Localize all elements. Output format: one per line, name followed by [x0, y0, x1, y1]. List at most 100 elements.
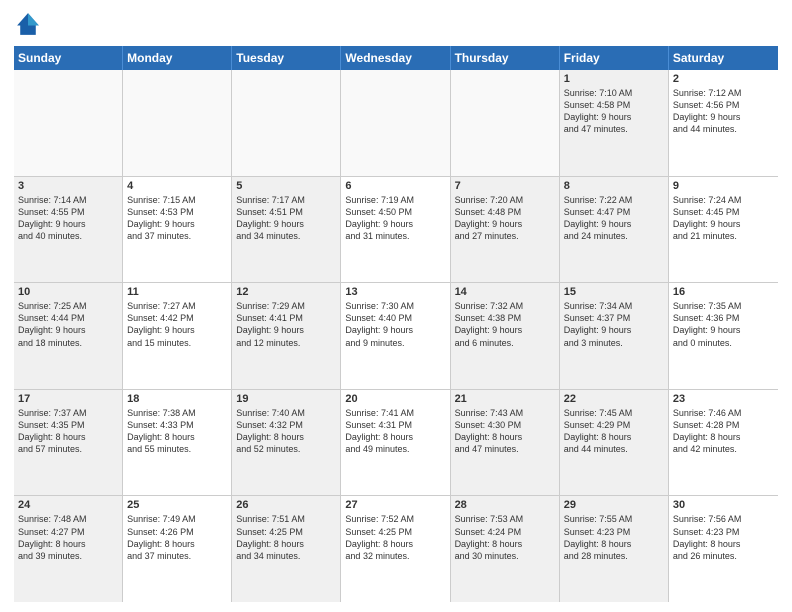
day-number: 11 — [127, 286, 227, 298]
daylight-info: Sunrise: 7:22 AMSunset: 4:47 PMDaylight:… — [564, 194, 664, 243]
calendar-cell-empty-3 — [341, 70, 450, 176]
day-number: 13 — [345, 286, 445, 298]
day-number: 28 — [455, 499, 555, 511]
calendar-cell-12: 12 Sunrise: 7:29 AMSunset: 4:41 PMDayligh… — [232, 283, 341, 389]
calendar-cell-22: 22 Sunrise: 7:45 AMSunset: 4:29 PMDayligh… — [560, 390, 669, 496]
calendar-cell-10: 10 Sunrise: 7:25 AMSunset: 4:44 PMDayligh… — [14, 283, 123, 389]
page-header — [14, 10, 778, 38]
header-cell-sunday: Sunday — [14, 46, 123, 70]
header-cell-saturday: Saturday — [669, 46, 778, 70]
day-number: 29 — [564, 499, 664, 511]
daylight-info: Sunrise: 7:25 AMSunset: 4:44 PMDaylight:… — [18, 300, 118, 349]
day-number: 4 — [127, 180, 227, 192]
calendar-header: SundayMondayTuesdayWednesdayThursdayFrid… — [14, 46, 778, 70]
calendar-cell-19: 19 Sunrise: 7:40 AMSunset: 4:32 PMDayligh… — [232, 390, 341, 496]
daylight-info: Sunrise: 7:35 AMSunset: 4:36 PMDaylight:… — [673, 300, 774, 349]
daylight-info: Sunrise: 7:41 AMSunset: 4:31 PMDaylight:… — [345, 407, 445, 456]
page-container: SundayMondayTuesdayWednesdayThursdayFrid… — [0, 0, 792, 612]
logo-icon — [14, 10, 42, 38]
daylight-info: Sunrise: 7:53 AMSunset: 4:24 PMDaylight:… — [455, 513, 555, 562]
daylight-info: Sunrise: 7:34 AMSunset: 4:37 PMDaylight:… — [564, 300, 664, 349]
daylight-info: Sunrise: 7:14 AMSunset: 4:55 PMDaylight:… — [18, 194, 118, 243]
daylight-info: Sunrise: 7:30 AMSunset: 4:40 PMDaylight:… — [345, 300, 445, 349]
daylight-info: Sunrise: 7:55 AMSunset: 4:23 PMDaylight:… — [564, 513, 664, 562]
header-cell-monday: Monday — [123, 46, 232, 70]
calendar-row-2: 3 Sunrise: 7:14 AMSunset: 4:55 PMDaylight… — [14, 177, 778, 284]
calendar-cell-29: 29 Sunrise: 7:55 AMSunset: 4:23 PMDayligh… — [560, 496, 669, 602]
calendar-cell-30: 30Sunrise: 7:56 AMSunset: 4:23 PMDayligh… — [669, 496, 778, 602]
calendar-cell-1: 1 Sunrise: 7:10 AMSunset: 4:58 PMDaylight… — [560, 70, 669, 176]
daylight-info: Sunrise: 7:49 AMSunset: 4:26 PMDaylight:… — [127, 513, 227, 562]
calendar-cell-7: 7Sunrise: 7:20 AMSunset: 4:48 PMDaylight… — [451, 177, 560, 283]
calendar-cell-5: 5 Sunrise: 7:17 AMSunset: 4:51 PMDaylight… — [232, 177, 341, 283]
daylight-info: Sunrise: 7:17 AMSunset: 4:51 PMDaylight:… — [236, 194, 336, 243]
calendar-cell-6: 6Sunrise: 7:19 AMSunset: 4:50 PMDaylight… — [341, 177, 450, 283]
day-number: 1 — [564, 73, 664, 85]
daylight-info: Sunrise: 7:38 AMSunset: 4:33 PMDaylight:… — [127, 407, 227, 456]
day-number: 3 — [18, 180, 118, 192]
calendar-cell-20: 20 Sunrise: 7:41 AMSunset: 4:31 PMDayligh… — [341, 390, 450, 496]
day-number: 12 — [236, 286, 336, 298]
calendar-body: 1 Sunrise: 7:10 AMSunset: 4:58 PMDaylight… — [14, 70, 778, 602]
day-number: 17 — [18, 393, 118, 405]
daylight-info: Sunrise: 7:10 AMSunset: 4:58 PMDaylight:… — [564, 87, 664, 136]
header-cell-wednesday: Wednesday — [341, 46, 450, 70]
day-number: 10 — [18, 286, 118, 298]
daylight-info: Sunrise: 7:45 AMSunset: 4:29 PMDaylight:… — [564, 407, 664, 456]
logo — [14, 10, 46, 38]
daylight-info: Sunrise: 7:46 AMSunset: 4:28 PMDaylight:… — [673, 407, 774, 456]
calendar: SundayMondayTuesdayWednesdayThursdayFrid… — [14, 46, 778, 602]
day-number: 7 — [455, 180, 555, 192]
day-number: 26 — [236, 499, 336, 511]
day-number: 5 — [236, 180, 336, 192]
calendar-cell-17: 17 Sunrise: 7:37 AMSunset: 4:35 PMDayligh… — [14, 390, 123, 496]
day-number: 15 — [564, 286, 664, 298]
header-cell-thursday: Thursday — [451, 46, 560, 70]
daylight-info: Sunrise: 7:15 AMSunset: 4:53 PMDaylight:… — [127, 194, 227, 243]
daylight-info: Sunrise: 7:43 AMSunset: 4:30 PMDaylight:… — [455, 407, 555, 456]
daylight-info: Sunrise: 7:29 AMSunset: 4:41 PMDaylight:… — [236, 300, 336, 349]
day-number: 16 — [673, 286, 774, 298]
calendar-cell-empty-2 — [232, 70, 341, 176]
day-number: 14 — [455, 286, 555, 298]
day-number: 25 — [127, 499, 227, 511]
calendar-cell-15: 15 Sunrise: 7:34 AMSunset: 4:37 PMDayligh… — [560, 283, 669, 389]
daylight-info: Sunrise: 7:24 AMSunset: 4:45 PMDaylight:… — [673, 194, 774, 243]
day-number: 8 — [564, 180, 664, 192]
calendar-cell-25: 25 Sunrise: 7:49 AMSunset: 4:26 PMDayligh… — [123, 496, 232, 602]
day-number: 18 — [127, 393, 227, 405]
calendar-cell-2: 2Sunrise: 7:12 AMSunset: 4:56 PMDaylight… — [669, 70, 778, 176]
calendar-cell-21: 21 Sunrise: 7:43 AMSunset: 4:30 PMDayligh… — [451, 390, 560, 496]
daylight-info: Sunrise: 7:32 AMSunset: 4:38 PMDaylight:… — [455, 300, 555, 349]
calendar-cell-3: 3 Sunrise: 7:14 AMSunset: 4:55 PMDaylight… — [14, 177, 123, 283]
daylight-info: Sunrise: 7:48 AMSunset: 4:27 PMDaylight:… — [18, 513, 118, 562]
calendar-cell-26: 26 Sunrise: 7:51 AMSunset: 4:25 PMDayligh… — [232, 496, 341, 602]
day-number: 27 — [345, 499, 445, 511]
calendar-cell-18: 18 Sunrise: 7:38 AMSunset: 4:33 PMDayligh… — [123, 390, 232, 496]
calendar-cell-4: 4 Sunrise: 7:15 AMSunset: 4:53 PMDaylight… — [123, 177, 232, 283]
day-number: 20 — [345, 393, 445, 405]
day-number: 22 — [564, 393, 664, 405]
calendar-cell-28: 28 Sunrise: 7:53 AMSunset: 4:24 PMDayligh… — [451, 496, 560, 602]
calendar-cell-23: 23 Sunrise: 7:46 AMSunset: 4:28 PMDayligh… — [669, 390, 778, 496]
daylight-info: Sunrise: 7:51 AMSunset: 4:25 PMDaylight:… — [236, 513, 336, 562]
calendar-cell-16: 16 Sunrise: 7:35 AMSunset: 4:36 PMDayligh… — [669, 283, 778, 389]
daylight-info: Sunrise: 7:40 AMSunset: 4:32 PMDaylight:… — [236, 407, 336, 456]
calendar-cell-empty-0 — [14, 70, 123, 176]
daylight-info: Sunrise: 7:52 AMSunset: 4:25 PMDaylight:… — [345, 513, 445, 562]
calendar-row-5: 24Sunrise: 7:48 AMSunset: 4:27 PMDayligh… — [14, 496, 778, 602]
calendar-cell-8: 8 Sunrise: 7:22 AMSunset: 4:47 PMDaylight… — [560, 177, 669, 283]
day-number: 9 — [673, 180, 774, 192]
day-number: 23 — [673, 393, 774, 405]
calendar-cell-13: 13 Sunrise: 7:30 AMSunset: 4:40 PMDayligh… — [341, 283, 450, 389]
daylight-info: Sunrise: 7:56 AMSunset: 4:23 PMDaylight:… — [673, 513, 774, 562]
daylight-info: Sunrise: 7:37 AMSunset: 4:35 PMDaylight:… — [18, 407, 118, 456]
daylight-info: Sunrise: 7:19 AMSunset: 4:50 PMDaylight:… — [345, 194, 445, 243]
calendar-cell-empty-1 — [123, 70, 232, 176]
day-number: 21 — [455, 393, 555, 405]
calendar-row-4: 17 Sunrise: 7:37 AMSunset: 4:35 PMDayligh… — [14, 390, 778, 497]
daylight-info: Sunrise: 7:12 AMSunset: 4:56 PMDaylight:… — [673, 87, 774, 136]
daylight-info: Sunrise: 7:27 AMSunset: 4:42 PMDaylight:… — [127, 300, 227, 349]
header-cell-friday: Friday — [560, 46, 669, 70]
day-number: 19 — [236, 393, 336, 405]
